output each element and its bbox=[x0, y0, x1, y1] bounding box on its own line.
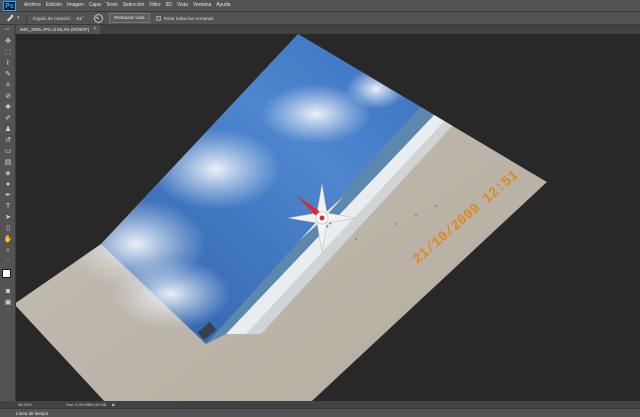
menu-texto[interactable]: Texto bbox=[106, 0, 118, 11]
menu-imagen[interactable]: Imagen bbox=[67, 0, 84, 11]
healing-brush-tool-icon[interactable]: ✚ bbox=[3, 103, 13, 112]
more-tools-icon[interactable]: ··· bbox=[3, 257, 13, 266]
hand-tool-icon[interactable]: ✋ bbox=[3, 235, 13, 244]
close-icon[interactable]: × bbox=[93, 25, 96, 34]
clone-stamp-tool-icon[interactable]: ♟ bbox=[3, 125, 13, 134]
zoom-tool-icon[interactable]: ⌕ bbox=[3, 246, 13, 255]
rotation-dial-icon[interactable] bbox=[94, 13, 104, 23]
rotate-all-windows-checkbox[interactable] bbox=[155, 15, 161, 21]
rotation-angle-input[interactable]: -41° bbox=[75, 16, 89, 21]
reset-view-button[interactable]: Restaurar vista bbox=[109, 13, 150, 23]
eraser-tool-icon[interactable]: ▭ bbox=[3, 147, 13, 156]
dodge-tool-icon[interactable]: ● bbox=[3, 180, 13, 189]
document-tab-bar: IMG_2925.JPG al 56,3% (RGB/8*) × bbox=[16, 25, 640, 34]
magic-wand-tool-icon[interactable]: ✎ bbox=[3, 70, 13, 79]
menu-3d[interactable]: 3D bbox=[166, 0, 172, 11]
rectangle-tool-icon[interactable]: ▯ bbox=[3, 224, 13, 233]
gradient-tool-icon[interactable]: ▤ bbox=[3, 158, 13, 167]
toolbar-grip[interactable]: ▸▸ bbox=[0, 25, 15, 33]
menu-vista[interactable]: Vista bbox=[177, 0, 188, 11]
menu-edicion[interactable]: Edición bbox=[46, 0, 62, 11]
status-bar: 56,25% Doc: 5,49 MB/5,49 MB ▶ bbox=[0, 401, 640, 408]
history-brush-tool-icon[interactable]: ↺ bbox=[3, 136, 13, 145]
rotation-angle-label: Ángulo de rotación: bbox=[32, 15, 72, 21]
cloud bbox=[111, 259, 231, 329]
status-menu-arrow-icon[interactable]: ▶ bbox=[112, 402, 115, 407]
timeline-panel: Línea de tiempo bbox=[0, 408, 640, 417]
marquee-tool-icon[interactable]: ⬚ bbox=[3, 48, 13, 57]
timeline-tab[interactable]: Línea de tiempo bbox=[16, 410, 48, 417]
zoom-level[interactable]: 56,25% bbox=[18, 402, 56, 407]
blur-tool-icon[interactable]: ◈ bbox=[3, 169, 13, 178]
tool-preset-caret-icon[interactable]: ▾ bbox=[17, 15, 20, 21]
photoshop-logo[interactable]: Ps bbox=[3, 0, 16, 11]
move-tool-icon[interactable]: ✥ bbox=[3, 37, 13, 46]
type-tool-icon[interactable]: T bbox=[3, 202, 13, 211]
menu-ventana[interactable]: Ventana bbox=[193, 0, 211, 11]
options-bar: ▾ Ángulo de rotación: -41° Restaurar vis… bbox=[0, 11, 640, 25]
menu-archivo[interactable]: Archivo bbox=[24, 0, 41, 11]
brush-tool-icon[interactable]: ✐ bbox=[3, 114, 13, 123]
menu-filtro[interactable]: Filtro bbox=[149, 0, 160, 11]
path-selection-tool-icon[interactable]: ➤ bbox=[3, 213, 13, 222]
cloud bbox=[151, 129, 281, 209]
divider bbox=[25, 13, 27, 23]
document-size-info: Doc: 5,49 MB/5,49 MB bbox=[66, 402, 107, 407]
menu-seleccion[interactable]: Selección bbox=[123, 0, 145, 11]
foreground-color-swatch[interactable] bbox=[2, 269, 11, 278]
rotate-all-windows-label: Rotar todas las ventanas bbox=[163, 15, 214, 21]
cloud bbox=[346, 69, 406, 109]
document-canvas[interactable]: 21/10/2009 12:51 bbox=[16, 34, 640, 401]
crop-tool-icon[interactable]: ⌗ bbox=[3, 81, 13, 90]
color-swatches[interactable] bbox=[2, 269, 15, 282]
rotate-view-icon[interactable] bbox=[6, 14, 14, 22]
pen-tool-icon[interactable]: ✒ bbox=[3, 191, 13, 200]
document-tab[interactable]: IMG_2925.JPG al 56,3% (RGB/8*) × bbox=[16, 25, 101, 34]
menu-ayuda[interactable]: Ayuda bbox=[216, 0, 230, 11]
menu-capa[interactable]: Capa bbox=[89, 0, 101, 11]
lasso-tool-icon[interactable]: ℓ bbox=[3, 59, 13, 68]
menu-bar: Ps Archivo Edición Imagen Capa Texto Sel… bbox=[0, 0, 640, 11]
quick-mask-icon[interactable]: ◙ bbox=[3, 287, 13, 296]
tools-panel: ▸▸ ✥ ⬚ ℓ ✎ ⌗ ⊘ ✚ ✐ ♟ ↺ ▭ ▤ ◈ ● ✒ T ➤ ▯ ✋… bbox=[0, 25, 16, 407]
eyedropper-tool-icon[interactable]: ⊘ bbox=[3, 92, 13, 101]
screen-mode-icon[interactable]: ▣ bbox=[3, 298, 13, 307]
document-tab-title: IMG_2925.JPG al 56,3% (RGB/8*) bbox=[20, 27, 90, 32]
rotated-photo: 21/10/2009 12:51 bbox=[16, 34, 547, 401]
